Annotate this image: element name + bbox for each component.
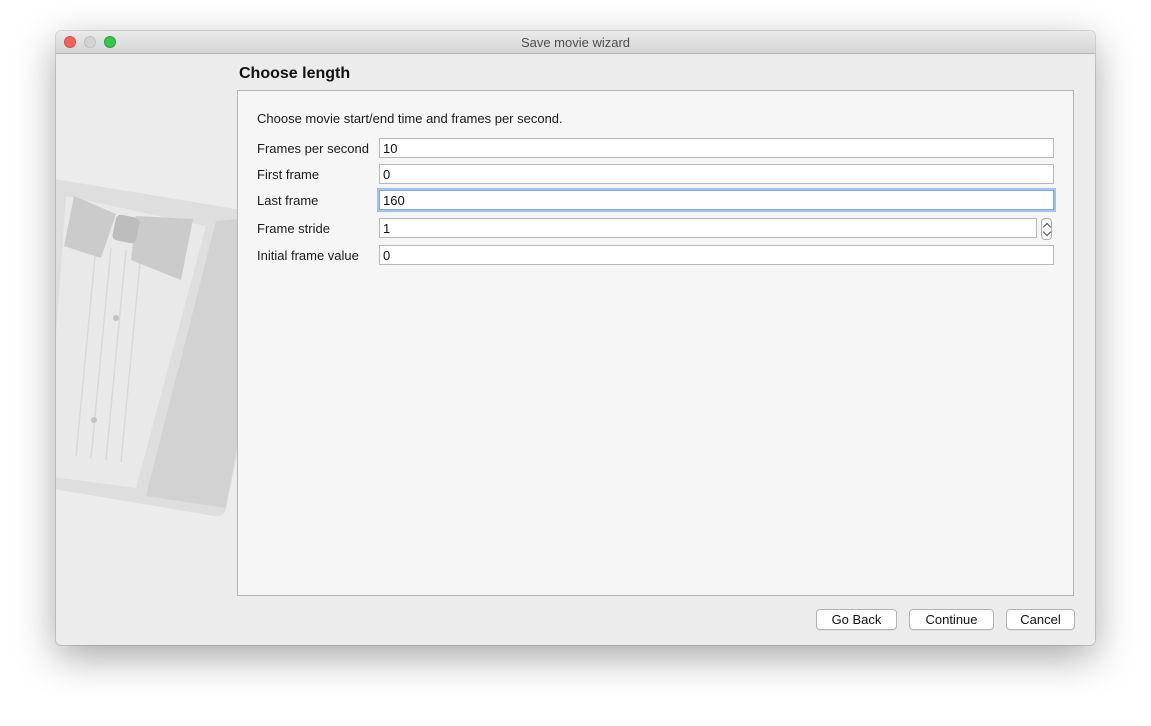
fps-label: Frames per second bbox=[257, 141, 369, 156]
title-bar[interactable]: Save movie wizard bbox=[56, 31, 1095, 54]
window-title: Save movie wizard bbox=[520, 35, 631, 50]
first-frame-label: First frame bbox=[257, 167, 320, 182]
chevron-down-icon[interactable] bbox=[1042, 227, 1052, 237]
frame-stride-field[interactable]: 1 bbox=[379, 218, 1037, 238]
wizard-window: Save movie wizard Choose length Choose m… bbox=[56, 31, 1095, 645]
initial-frame-value-label: Initial frame value bbox=[257, 248, 359, 263]
cancel-button[interactable]: Cancel bbox=[1006, 609, 1075, 630]
page-title: Choose length bbox=[239, 65, 351, 82]
content-panel: Choose movie start/end time and frames p… bbox=[237, 90, 1074, 596]
fps-field[interactable]: 10 bbox=[379, 138, 1054, 158]
continue-button[interactable]: Continue bbox=[909, 609, 994, 630]
frame-stride-label: Frame stride bbox=[257, 221, 330, 236]
go-back-button[interactable]: Go Back bbox=[816, 609, 897, 630]
initial-frame-value-field[interactable]: 0 bbox=[379, 245, 1054, 265]
last-frame-label: Last frame bbox=[257, 193, 319, 208]
intro-text: Choose movie start/end time and frames p… bbox=[257, 111, 563, 126]
last-frame-field[interactable]: 160 bbox=[379, 190, 1054, 210]
frame-stride-stepper[interactable] bbox=[1041, 218, 1052, 240]
first-frame-field[interactable]: 0 bbox=[379, 164, 1054, 184]
